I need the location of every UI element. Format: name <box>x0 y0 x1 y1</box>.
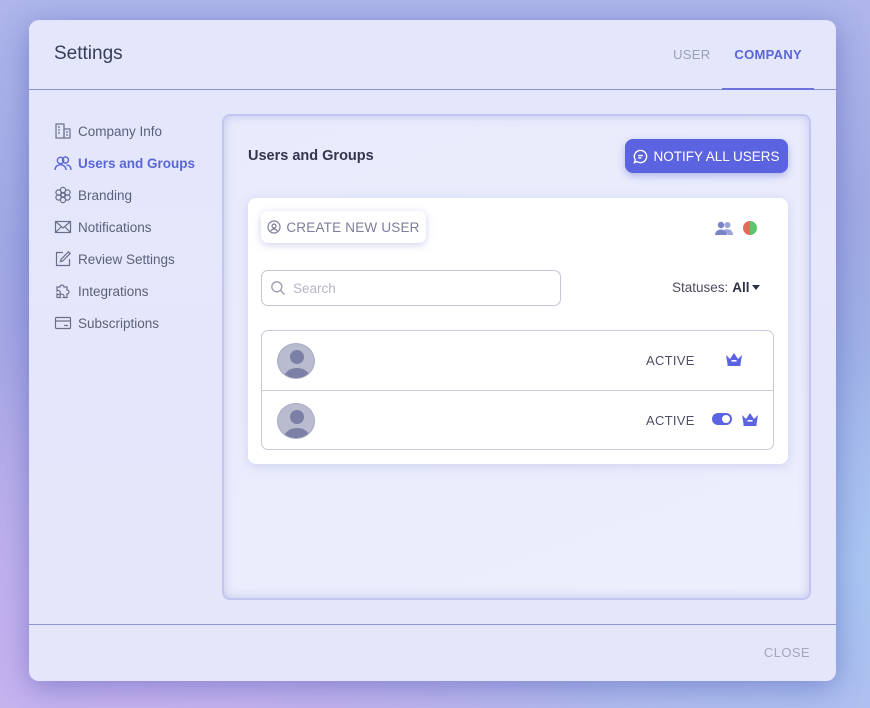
search-field <box>261 270 561 306</box>
puzzle-icon <box>56 284 70 299</box>
content-panel: Users and Groups NOTIFY ALL USERS CREATE… <box>222 114 811 600</box>
user-silhouette-icon <box>283 410 311 438</box>
search-icon <box>271 281 285 295</box>
tab-company[interactable]: COMPANY <box>722 20 814 90</box>
tab-bar: USER COMPANY <box>661 20 814 90</box>
modal-title: Settings <box>54 43 123 64</box>
group-icon[interactable] <box>714 220 734 236</box>
user-row[interactable]: ACTIVE <box>262 331 773 390</box>
sidebar-item-subscriptions[interactable]: Subscriptions <box>54 307 224 339</box>
sidebar-item-users-and-groups[interactable]: Users and Groups <box>54 147 224 179</box>
crown-icon[interactable] <box>724 351 744 367</box>
edit-icon <box>55 250 72 267</box>
avatar <box>277 343 315 379</box>
chat-bubble-icon <box>633 149 648 164</box>
modal-header: Settings USER COMPANY <box>29 20 836 90</box>
page-title: Users and Groups <box>248 148 374 164</box>
status-filter-label: Statuses: <box>672 280 729 295</box>
sidebar-item-integrations[interactable]: Integrations <box>54 275 224 307</box>
flower-icon <box>55 186 71 204</box>
active-toggle[interactable] <box>712 413 732 425</box>
user-list: ACTIVE ACTIVE <box>261 330 774 450</box>
sidebar-item-label: Integrations <box>78 283 149 299</box>
user-row[interactable]: ACTIVE <box>262 390 773 449</box>
sidebar-item-label: Subscriptions <box>78 315 160 331</box>
create-new-user-button[interactable]: CREATE NEW USER <box>261 211 426 243</box>
status-filter-dropdown[interactable]: Statuses: All <box>672 280 760 295</box>
sidebar-item-label: Review Settings <box>78 251 175 267</box>
card-icon <box>54 316 72 330</box>
sidebar-item-company-info[interactable]: Company Info <box>54 115 224 147</box>
sidebar-item-label: Company Info <box>78 123 163 139</box>
envelope-icon <box>54 220 72 234</box>
settings-modal: Settings USER COMPANY Company Info Users… <box>29 20 836 681</box>
modal-footer: CLOSE <box>29 624 836 681</box>
search-input[interactable] <box>293 280 543 296</box>
sidebar-item-label: Users and Groups <box>78 155 196 171</box>
caret-down-icon <box>751 285 760 290</box>
user-add-icon <box>267 220 281 234</box>
tab-user[interactable]: USER <box>661 20 722 90</box>
user-status: ACTIVE <box>646 413 695 428</box>
close-button[interactable]: CLOSE <box>764 645 810 660</box>
user-silhouette-icon <box>283 350 311 378</box>
pie-chart-icon[interactable] <box>742 220 758 236</box>
sidebar-item-label: Branding <box>78 187 133 203</box>
crown-icon[interactable] <box>740 411 760 427</box>
create-user-label: CREATE NEW USER <box>286 219 420 235</box>
notify-all-users-button[interactable]: NOTIFY ALL USERS <box>625 139 788 173</box>
users-card: CREATE NEW USER Statuses: All <box>248 198 788 464</box>
sidebar-item-label: Notifications <box>78 219 152 235</box>
avatar <box>277 403 315 439</box>
sidebar-item-review-settings[interactable]: Review Settings <box>54 243 224 275</box>
building-icon <box>55 123 71 139</box>
notify-label: NOTIFY ALL USERS <box>653 148 780 164</box>
sidebar-item-branding[interactable]: Branding <box>54 179 224 211</box>
toggle-knob <box>722 415 730 423</box>
status-filter-value: All <box>732 280 750 295</box>
settings-sidebar: Company Info Users and Groups Branding N… <box>54 115 224 339</box>
user-status: ACTIVE <box>646 353 695 368</box>
sidebar-item-notifications[interactable]: Notifications <box>54 211 224 243</box>
users-icon <box>54 156 72 171</box>
